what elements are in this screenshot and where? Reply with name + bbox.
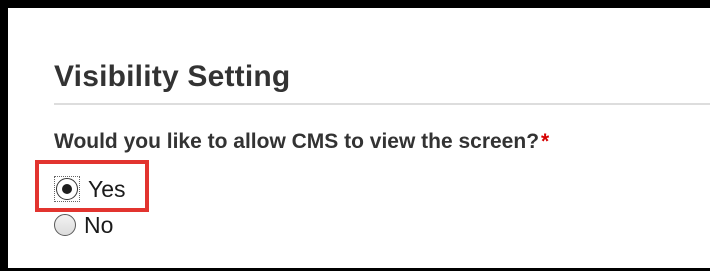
radio-yes[interactable] (56, 178, 78, 200)
visibility-setting-panel: Visibility Setting Would you like to all… (0, 0, 710, 271)
title-divider (54, 103, 710, 105)
focus-ring (54, 176, 80, 202)
question-text: Would you like to allow CMS to view the … (54, 130, 540, 153)
required-marker: * (541, 130, 550, 153)
visibility-question: Would you like to allow CMS to view the … (54, 130, 549, 154)
option-no[interactable]: No (54, 210, 113, 240)
radio-no[interactable] (54, 214, 76, 236)
option-yes[interactable]: Yes (54, 174, 126, 204)
option-yes-label[interactable]: Yes (88, 176, 126, 203)
option-no-label[interactable]: No (84, 212, 113, 239)
section-title: Visibility Setting (54, 60, 291, 93)
